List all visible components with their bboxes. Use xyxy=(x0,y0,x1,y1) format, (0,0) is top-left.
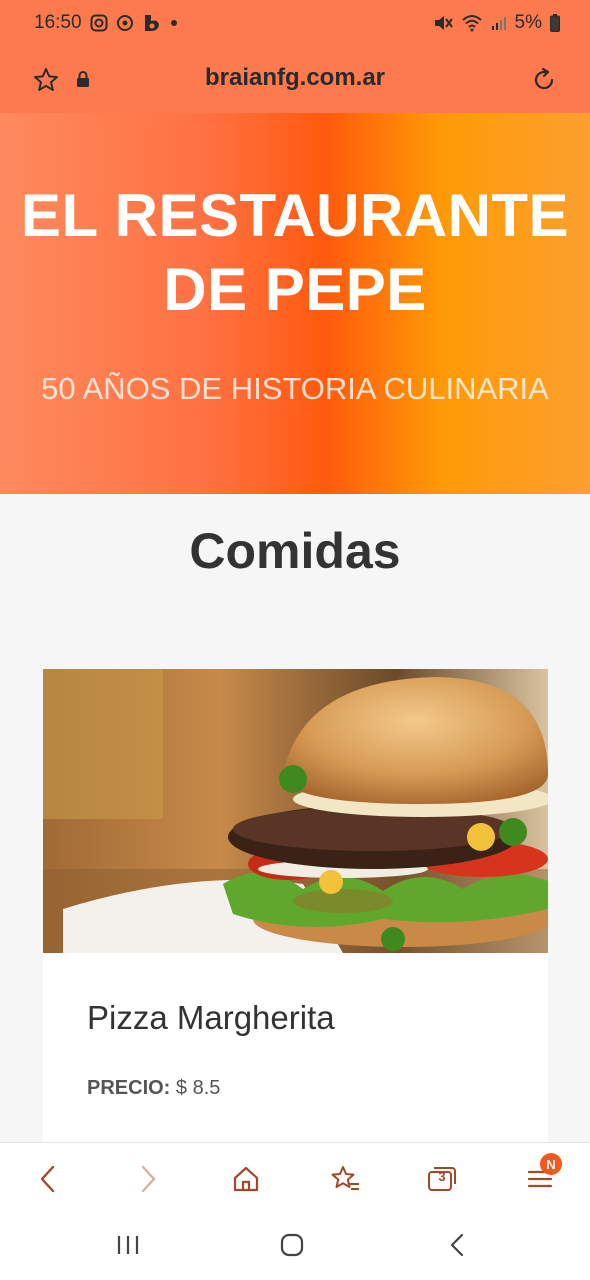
section-title: Comidas xyxy=(189,523,401,579)
status-right: 5% xyxy=(433,12,560,34)
battery-percent: 5% xyxy=(514,12,542,33)
status-bar: 16:50 5% xyxy=(0,0,590,46)
back-button[interactable] xyxy=(30,1161,66,1197)
system-nav-bar xyxy=(0,1214,590,1280)
system-back-icon[interactable] xyxy=(446,1232,470,1263)
forward-button[interactable] xyxy=(130,1161,166,1197)
price-value: $ 8.5 xyxy=(175,1077,221,1099)
signal-icon xyxy=(491,15,507,31)
food-price: PRECIO: $ 8.5 xyxy=(87,1077,220,1100)
tabs-button[interactable]: 3 xyxy=(424,1161,460,1197)
home-button[interactable] xyxy=(228,1161,264,1197)
hero-banner: EL RESTAURANTE DE PEPE 50 AÑOS DE HISTOR… xyxy=(0,113,590,494)
food-name: Pizza Margherita xyxy=(87,999,335,1036)
battery-icon xyxy=(550,14,560,32)
hero-title-line2: DE PEPE xyxy=(163,256,427,323)
tab-count: 3 xyxy=(438,1169,446,1184)
clock: 16:50 xyxy=(34,12,82,33)
bookmarks-button[interactable] xyxy=(327,1161,363,1197)
menu-badge: N xyxy=(540,1153,562,1175)
menu-button[interactable]: N xyxy=(522,1153,562,1197)
food-image xyxy=(43,669,548,953)
url-bar: braianfg.com.ar xyxy=(0,46,590,113)
instagram-icon xyxy=(90,14,108,32)
app-icon xyxy=(116,14,134,32)
home-circle-icon[interactable] xyxy=(279,1232,305,1263)
hero-subtitle: 50 AÑOS DE HISTORIA CULINARIA xyxy=(41,371,549,406)
food-card[interactable]: Pizza Margherita PRECIO: $ 8.5 xyxy=(43,669,548,1149)
b-app-icon xyxy=(142,13,162,33)
recents-icon[interactable] xyxy=(115,1232,141,1263)
hero-title-line1: EL RESTAURANTE xyxy=(20,182,570,249)
reload-icon[interactable] xyxy=(530,66,558,99)
url-field[interactable]: braianfg.com.ar xyxy=(0,64,590,92)
mute-icon xyxy=(433,14,453,32)
hero-title: EL RESTAURANTE DE PEPE xyxy=(0,179,590,327)
wifi-icon xyxy=(461,14,483,32)
price-label: PRECIO: xyxy=(87,1077,171,1099)
browser-toolbar: 3 N xyxy=(0,1142,590,1215)
notification-dot-icon xyxy=(170,19,178,27)
status-left: 16:50 xyxy=(34,12,178,34)
